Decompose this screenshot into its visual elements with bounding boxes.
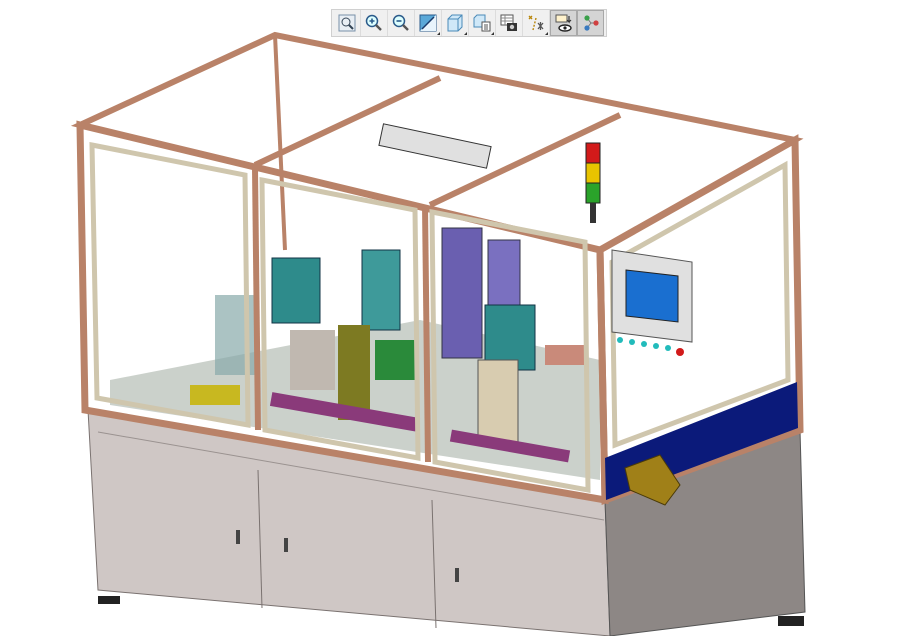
annotation-display-button[interactable] (550, 10, 577, 36)
display-style-button[interactable] (415, 10, 442, 36)
cabinet-handle[interactable] (455, 568, 459, 582)
cabinet-handle[interactable] (284, 538, 288, 552)
flyout-arrow-icon[interactable] (464, 32, 467, 35)
cad-viewport[interactable] (0, 0, 920, 636)
saved-views-icon (473, 14, 491, 32)
zoom-in-button[interactable] (361, 10, 388, 36)
zoom-fit-icon (338, 14, 356, 32)
zoom-out-icon (392, 14, 409, 31)
foot (98, 596, 120, 604)
view-manager-button[interactable] (496, 10, 523, 36)
annotation-display-icon (555, 14, 572, 32)
foot (778, 616, 804, 626)
flyout-arrow-icon[interactable] (491, 32, 494, 35)
flyout-arrow-icon[interactable] (437, 32, 440, 35)
cabinet-handle[interactable] (236, 530, 240, 544)
view-manager-icon (500, 14, 517, 31)
zoom-fit-button[interactable] (334, 10, 361, 36)
flyout-arrow-icon[interactable] (545, 32, 548, 35)
display-style-icon (419, 14, 437, 32)
zoom-out-button[interactable] (388, 10, 415, 36)
spin-center-icon (583, 15, 599, 31)
spin-center-button[interactable] (577, 10, 604, 36)
datum-display-button[interactable] (523, 10, 550, 36)
standard-orientation-button[interactable] (442, 10, 469, 36)
standard-orientation-icon (447, 14, 463, 32)
saved-views-button[interactable] (469, 10, 496, 36)
datum-display-icon (528, 15, 544, 31)
zoom-in-icon (365, 14, 382, 31)
hmi-screen[interactable] (625, 269, 679, 323)
view-toolbar (331, 9, 607, 37)
